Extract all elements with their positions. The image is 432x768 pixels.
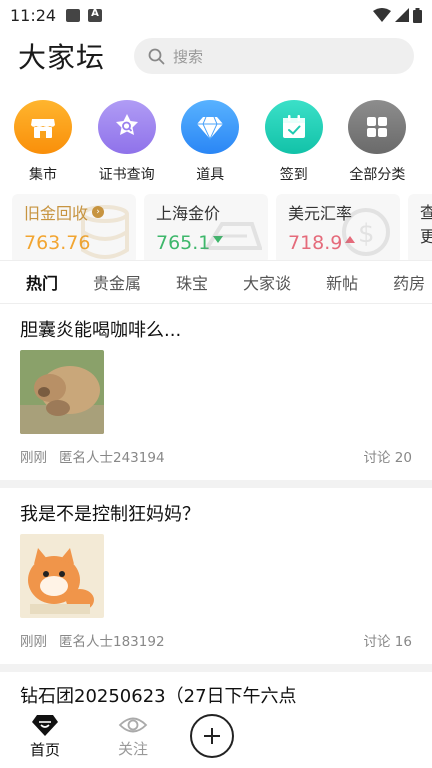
post-title: 我是不是控制狂妈妈？ — [20, 504, 200, 525]
image-notification-icon — [66, 8, 81, 22]
post-title: 胆囊炎能喝咖啡么... — [20, 320, 182, 341]
price-title: 查 — [420, 203, 432, 222]
coin-stack-icon — [81, 205, 129, 259]
search-icon — [148, 48, 165, 64]
plus-icon — [204, 728, 220, 744]
post-meta: 刚刚 匿名人士243194 讨论 20 — [20, 446, 412, 466]
category-all[interactable]: 全部分类 — [348, 100, 432, 184]
app-notification-icon — [88, 8, 103, 22]
system-icons — [373, 7, 422, 23]
nav-home[interactable]: 首页 — [24, 713, 66, 760]
tab-precious-metal[interactable]: 贵金属 — [93, 270, 141, 294]
post-meta: 刚刚 匿名人士183192 讨论 16 — [20, 630, 412, 650]
post-discussion-count: 讨论 16 — [363, 634, 412, 650]
search-placeholder: 搜索 — [173, 47, 204, 66]
post-author: 匿名人士183192 — [59, 634, 165, 650]
category-label: 签到 — [279, 167, 308, 183]
category-market[interactable]: 集市 — [14, 100, 98, 184]
price-card-shanghai-gold[interactable]: 上海金价 765.1 — [144, 194, 268, 260]
price-value: 更 — [420, 227, 432, 246]
post-item-partial[interactable]: 钻石团20250623（27日下午六点 — [0, 682, 432, 704]
category-label: 全部分类 — [349, 167, 406, 183]
nav-follow-label: 关注 — [117, 739, 148, 758]
grid-icon — [348, 100, 407, 154]
eye-icon — [118, 717, 148, 732]
shop-icon — [14, 100, 72, 154]
divider — [0, 480, 432, 488]
app-logo: 大家坛 — [18, 41, 106, 74]
new-post-button[interactable] — [190, 714, 234, 758]
divider — [0, 664, 432, 672]
price-cards: 旧金回收 › 763.76 上海金价 765.1 $ 美元汇率 718.9 查 … — [0, 184, 432, 260]
status-bar: 11:24 — [0, 0, 432, 30]
post-thumbnail-cat[interactable] — [20, 534, 104, 618]
app-header: 大家坛 搜索 — [0, 30, 432, 82]
post-item[interactable]: 胆囊炎能喝咖啡么... 刚刚 匿名人士243194 讨论 20 — [0, 304, 432, 466]
dollar-icon: $ — [342, 208, 390, 256]
nav-follow[interactable]: 关注 — [112, 714, 154, 759]
post-item[interactable]: 我是不是控制狂妈妈？ 刚刚 匿名人士183192 讨论 16 — [0, 488, 432, 650]
price-card-more[interactable]: 查 更 — [408, 194, 432, 260]
signal-icon — [395, 8, 409, 22]
tab-new-posts[interactable]: 新帖 — [326, 270, 358, 294]
status-time: 11:24 — [10, 5, 57, 25]
post-time: 刚刚 — [20, 634, 47, 650]
category-label: 证书查询 — [98, 167, 155, 183]
wifi-icon — [373, 8, 391, 22]
tab-jewelry[interactable]: 珠宝 — [176, 270, 208, 294]
bottom-nav: 首页 关注 — [0, 704, 432, 768]
tab-pharmacy[interactable]: 药房 — [393, 270, 425, 294]
post-thumbnail-lion[interactable] — [20, 350, 104, 434]
tab-bar: 热门 贵金属 珠宝 大家谈 新帖 药房 — [0, 260, 432, 304]
gold-bar-icon — [203, 222, 262, 250]
svg-text:$: $ — [358, 219, 375, 249]
post-discussion-count: 讨论 20 — [363, 450, 412, 466]
post-time: 刚刚 — [20, 450, 47, 466]
category-label: 集市 — [29, 167, 57, 183]
home-diamond-icon — [32, 714, 58, 736]
category-row: 集市 证书查询 道具 签到 全部分类 — [0, 82, 432, 184]
post-title: 钻石团20250623（27日下午六点 — [20, 686, 297, 704]
post-author: 匿名人士243194 — [59, 450, 165, 466]
diamond-icon — [181, 100, 240, 154]
tab-hot[interactable]: 热门 — [26, 270, 58, 294]
price-card-gold-recycle[interactable]: 旧金回收 › 763.76 — [12, 194, 136, 260]
category-label: 道具 — [196, 167, 225, 183]
battery-icon — [413, 7, 422, 23]
notification-icons — [66, 8, 103, 22]
search-bar[interactable]: 搜索 — [134, 38, 414, 74]
calendar-check-icon — [264, 100, 323, 154]
certificate-icon — [97, 100, 156, 154]
category-props[interactable]: 道具 — [181, 100, 265, 184]
category-checkin[interactable]: 签到 — [264, 100, 349, 184]
tab-discussion[interactable]: 大家谈 — [243, 270, 291, 294]
price-card-usd-rate[interactable]: $ 美元汇率 718.9 — [276, 194, 400, 260]
category-certificate[interactable]: 证书查询 — [97, 100, 182, 184]
nav-home-label: 首页 — [29, 740, 60, 759]
